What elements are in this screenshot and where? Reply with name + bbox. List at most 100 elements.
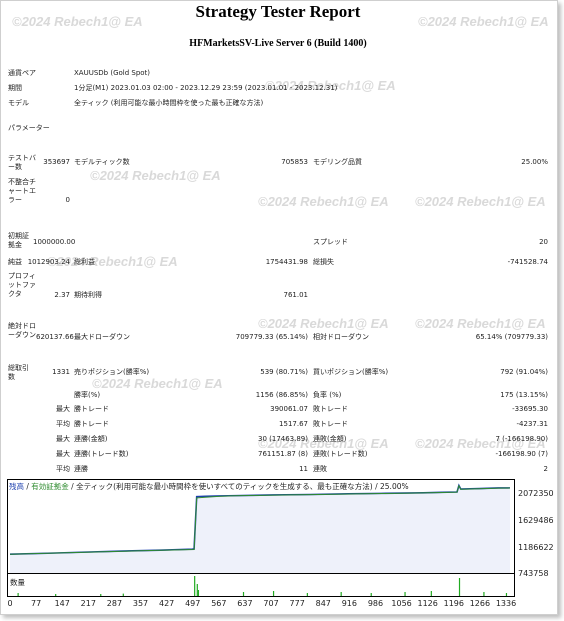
largest-win-label: 勝トレード xyxy=(74,405,109,413)
volume-bar xyxy=(17,593,19,596)
avgcons-win-value: 11 xyxy=(299,465,308,473)
maxdd-label: 最大ドローダウン xyxy=(74,333,130,341)
x-tick-label: 497 xyxy=(185,599,201,608)
model-label: モデル xyxy=(8,99,29,107)
trades-label: 総取引数 xyxy=(8,364,29,381)
maxcons-win-label: 連勝(金額) xyxy=(74,435,108,443)
avgcons-loss-label: 連敗 xyxy=(313,465,327,473)
x-tick-label: 77 xyxy=(31,599,42,608)
y-tick-label: 743758 xyxy=(518,569,549,578)
period-label: 期間 xyxy=(8,84,22,92)
reldd-label: 相対ドローダウン xyxy=(313,333,369,341)
symbol-value: XAUUSDb (Gold Spot) xyxy=(74,69,151,77)
chart-header: 残高 / 有効証拠金 / 全ティック(利用可能な最小時間枠を使いすべてのティック… xyxy=(9,481,409,492)
x-tick-label: 1056 xyxy=(391,599,412,608)
ticks-label: モデルティック数 xyxy=(74,158,130,166)
mismatch-value: 0 xyxy=(65,196,70,204)
spread-value: 20 xyxy=(539,238,548,246)
balance-chart-svg xyxy=(9,483,511,573)
maxcons-label: 最大 xyxy=(56,435,70,443)
maxdd-value: 709779.33 (65.14%) xyxy=(235,333,308,341)
equity-legend: 有効証拠金 xyxy=(31,482,69,491)
x-tick-label: 427 xyxy=(158,599,175,608)
pf-value: 2.37 xyxy=(54,291,70,299)
x-tick-label: 777 xyxy=(289,599,305,608)
spread-label: スプレッド xyxy=(313,238,348,246)
x-tick-label: 147 xyxy=(54,599,70,608)
x-tick-label: 916 xyxy=(341,599,357,608)
volume-bar xyxy=(100,594,102,596)
deposit-value: 1000000.00 xyxy=(33,238,76,246)
volume-bar xyxy=(272,591,275,596)
largest-loss-label: 敗トレード xyxy=(313,405,348,413)
volume-bar xyxy=(430,591,432,596)
volume-bar xyxy=(404,592,406,596)
x-tick-label: 637 xyxy=(237,599,253,608)
grossprofit-value: 1754431.98 xyxy=(265,258,308,266)
grossloss-value: -741528.74 xyxy=(507,258,548,266)
avg-win-value: 1517.67 xyxy=(279,420,308,428)
x-tick-label: 1196 xyxy=(443,599,464,608)
volume-bar xyxy=(242,592,245,596)
balance-chart xyxy=(7,479,515,574)
bars-label: テストバー数 xyxy=(8,154,36,171)
avg-loss-label: 敗トレード xyxy=(313,420,348,428)
parameters-label: パラメーター xyxy=(8,124,50,132)
avg-win-label: 勝トレード xyxy=(74,420,109,428)
model-value: 全ティック (利用可能な最小時間枠を使った最も正確な方法) xyxy=(74,99,264,107)
pf-label: プロフィットファクタ xyxy=(8,272,36,298)
x-tick-label: 0 xyxy=(7,599,13,608)
quality-value: 25.00% xyxy=(521,158,548,166)
x-tick-label: 217 xyxy=(80,599,96,608)
maxcons-loss-value: 7 (-166198.90) xyxy=(495,435,548,443)
grossprofit-label: 総利益 xyxy=(74,258,95,266)
maxconsp-loss-label: 連敗(トレード数) xyxy=(313,450,368,458)
win-value: 1156 (86.85%) xyxy=(255,391,308,399)
maxconsp-win-label: 連勝(トレード数) xyxy=(74,450,129,458)
netprofit-value: 1012903.24 xyxy=(27,258,70,266)
x-tick-label: 287 xyxy=(106,599,123,608)
x-tick-label: 847 xyxy=(315,599,331,608)
volume-bar xyxy=(505,593,508,596)
largest-label: 最大 xyxy=(56,405,70,413)
long-value: 792 (91.04%) xyxy=(500,368,548,376)
avgcons-win-label: 連勝 xyxy=(74,465,88,473)
volume-label: 数量 xyxy=(10,578,25,587)
period-value: 1分足(M1) 2023.01.03 02:00 - 2023.12.29 23… xyxy=(74,84,338,92)
maxconsp-win-value: 761151.87 (8) xyxy=(258,450,308,458)
x-tick-label: 1336 xyxy=(495,599,517,608)
volume-bar xyxy=(483,592,485,596)
trades-value: 1331 xyxy=(52,368,70,376)
watermark: ©2024 Rebech1@ EA xyxy=(90,168,221,183)
watermark: ©2024 Rebech1@ EA xyxy=(415,316,546,331)
absdd-value: 620137.66 xyxy=(36,333,74,341)
watermark: ©2024 Rebech1@ EA xyxy=(258,316,389,331)
maxconsp-loss-value: -166198.90 (7) xyxy=(495,450,548,458)
volume-bar xyxy=(306,593,308,596)
model-legend: / 全ティック(利用可能な最小時間枠を使いすべてのティックを生成する、最も正確な… xyxy=(68,482,409,491)
x-tick-label: 1266 xyxy=(469,599,491,608)
volume-bar xyxy=(340,592,342,596)
volume-bar xyxy=(370,593,372,596)
x-tick-label: 357 xyxy=(132,599,149,608)
avg-label: 平均 xyxy=(56,420,70,428)
y-tick-label: 1186622 xyxy=(518,543,554,552)
volume-chart-svg xyxy=(17,576,508,596)
watermark: ©2024 Rebech1@ EA xyxy=(415,194,546,209)
largest-loss-value: -33695.30 xyxy=(512,405,548,413)
x-tick-label: 707 xyxy=(263,599,279,608)
volume-bar xyxy=(55,594,57,596)
volume-bar xyxy=(122,593,124,596)
symbol-label: 通貨ペア xyxy=(8,69,36,77)
largest-win-value: 390061.07 xyxy=(270,405,308,413)
bars-value: 353697 xyxy=(43,158,70,166)
expected-value: 761.01 xyxy=(283,291,309,299)
x-tick-label: 1126 xyxy=(417,599,438,608)
volume-bar xyxy=(196,584,198,596)
maxcons-loss-label: 連敗(金額) xyxy=(313,435,347,443)
avg-loss-value: -4237.31 xyxy=(516,420,548,428)
x-tick-label: 567 xyxy=(211,599,227,608)
absdd-label: 絶対ドローダウン xyxy=(8,322,36,339)
y-tick-label: 2072350 xyxy=(518,489,554,498)
mismatch-label: 不整合チャートエラー xyxy=(8,178,36,204)
